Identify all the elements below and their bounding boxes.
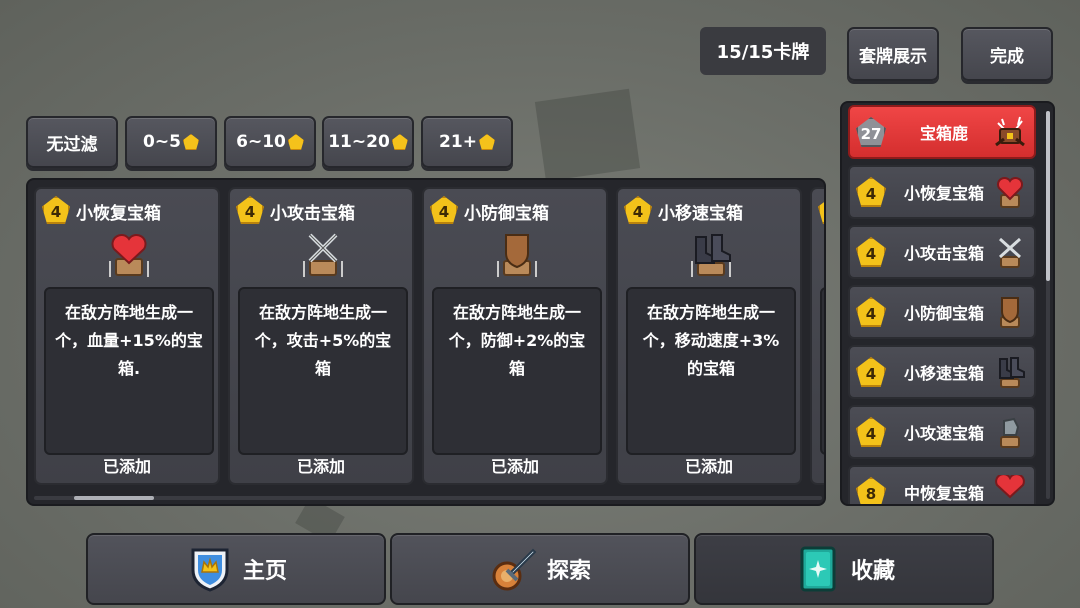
deck-item-name: 小攻击宝箱 <box>903 244 984 263</box>
cost-gem-icon: 4 <box>856 237 886 267</box>
cost-gem-icon: 4 <box>430 196 458 224</box>
filter-label: 6~10 <box>236 132 286 152</box>
swords-chest-icon <box>998 237 1022 268</box>
card-collection-panel[interactable]: 4 小恢复宝箱 在敌方阵地生成一个，血量+15%的宝箱. 已添加 4 小攻击宝箱… <box>26 178 826 506</box>
card-count-label: 15/15卡牌 <box>716 42 810 63</box>
card-scrollbar[interactable] <box>34 496 822 500</box>
deck-item-small-attack-chest[interactable]: 4 小攻击宝箱 <box>848 225 1036 279</box>
card-description <box>820 287 824 455</box>
done-button[interactable]: 完成 <box>961 27 1053 81</box>
deck-scrollbar-thumb[interactable] <box>1046 111 1050 281</box>
deck-item-medium-heal-chest[interactable]: 8 中恢复宝箱 <box>848 465 1036 504</box>
filter-label: 21+ <box>439 132 477 152</box>
filter-0-5-button[interactable]: 0~5 <box>125 116 217 168</box>
gem-icon <box>391 134 408 150</box>
card-title: 小恢复宝箱 <box>76 204 161 224</box>
deck-item-small-attack-speed-chest[interactable]: 4 小攻速宝箱 <box>848 405 1036 459</box>
book-icon <box>800 546 836 592</box>
cost-gem-icon: 27 <box>856 117 886 147</box>
sword-shield-icon <box>492 548 537 591</box>
filter-label: 11~20 <box>328 132 390 152</box>
filter-6-10-button[interactable]: 6~10 <box>224 116 316 168</box>
deck-item-name: 中恢复宝箱 <box>903 484 984 503</box>
done-label: 完成 <box>990 46 1024 67</box>
heart-chest-icon <box>996 176 1024 208</box>
nav-explore-button[interactable]: 探索 <box>390 533 690 605</box>
deck-display-label: 套牌展示 <box>859 46 927 67</box>
heart-chest-icon <box>109 234 149 277</box>
cost-gem-icon: 4 <box>236 196 264 224</box>
card-small-defense-chest[interactable]: 4 小防御宝箱 在敌方阵地生成一个，防御+2%的宝箱 已添加 <box>422 187 608 485</box>
glove-chest-icon <box>1000 417 1020 448</box>
card-status: 已添加 <box>490 457 539 476</box>
deck-item-small-heal-chest[interactable]: 4 小恢复宝箱 <box>848 165 1036 219</box>
background-block <box>534 88 641 182</box>
cost-gem-icon: 4 <box>856 357 886 387</box>
filter-21-plus-button[interactable]: 21+ <box>421 116 513 168</box>
cost-gem-icon: 8 <box>856 477 886 504</box>
deck-display-button[interactable]: 套牌展示 <box>847 27 939 81</box>
nav-home-button[interactable]: 主页 <box>86 533 386 605</box>
card-title: 小防御宝箱 <box>464 204 549 224</box>
filter-none-button[interactable]: 无过滤 <box>26 116 118 168</box>
card-description: 在敌方阵地生成一个，移动速度+3%的宝箱 <box>626 287 796 455</box>
cost-gem-icon: 4 <box>856 417 886 447</box>
card-description: 在敌方阵地生成一个，防御+2%的宝箱 <box>432 287 602 455</box>
deck-item-name: 小移速宝箱 <box>903 364 984 383</box>
boots-chest-icon <box>999 357 1025 388</box>
gem-icon <box>478 134 495 150</box>
nav-collection-button[interactable]: 收藏 <box>694 533 994 605</box>
deck-item-small-speed-chest[interactable]: 4 小移速宝箱 <box>848 345 1036 399</box>
card-small-attack-chest[interactable]: 4 小攻击宝箱 在敌方阵地生成一个，攻击+5%的宝箱 已添加 <box>228 187 414 485</box>
deck-item-name: 小防御宝箱 <box>903 304 984 323</box>
card-description: 在敌方阵地生成一个，攻击+5%的宝箱 <box>238 287 408 455</box>
nav-home-label: 主页 <box>242 559 287 584</box>
nav-collection-label: 收藏 <box>850 559 895 584</box>
card-description: 在敌方阵地生成一个，血量+15%的宝箱. <box>44 287 214 455</box>
cost-gem-icon: 4 <box>624 196 652 224</box>
deck-item-name: 小恢复宝箱 <box>903 184 984 203</box>
card-scrollbar-thumb[interactable] <box>74 496 154 500</box>
deck-scrollbar[interactable] <box>1046 111 1050 499</box>
card-title: 小攻击宝箱 <box>270 204 355 224</box>
card-small-heal-chest[interactable]: 4 小恢复宝箱 在敌方阵地生成一个，血量+15%的宝箱. 已添加 <box>34 187 220 485</box>
card-status: 已添加 <box>296 457 345 476</box>
deck-item-small-defense-chest[interactable]: 4 小防御宝箱 <box>848 285 1036 339</box>
nav-explore-label: 探索 <box>546 559 591 584</box>
filter-label: 0~5 <box>143 132 181 152</box>
deck-item-chest-deer[interactable]: 27 宝箱鹿 <box>848 105 1036 159</box>
card-status: 已添加 <box>684 457 733 476</box>
cost-gem-icon: 4 <box>42 196 70 224</box>
boots-chest-icon <box>691 234 731 277</box>
chest-deer-icon <box>995 116 1025 147</box>
cost-gem-icon: 4 <box>856 297 886 327</box>
cost-gem-icon: 4 <box>818 196 824 224</box>
card-status: 已添加 <box>102 457 151 476</box>
card-count: 15/15卡牌 <box>700 27 826 75</box>
deck-list-panel[interactable]: 27 宝箱鹿 4 小恢复宝箱 4 小攻击宝箱 4 小防御宝箱 4 小移速宝箱 4… <box>840 101 1055 506</box>
filter-11-20-button[interactable]: 11~20 <box>322 116 414 168</box>
filter-label: 无过滤 <box>46 134 98 155</box>
shield-chest-icon <box>1000 297 1020 328</box>
card-small-speed-chest[interactable]: 4 小移速宝箱 在敌方阵地生成一个，移动速度+3%的宝箱 已添加 <box>616 187 802 485</box>
deck-item-name: 宝箱鹿 <box>919 124 968 143</box>
gem-icon <box>287 134 304 150</box>
shield-chest-icon <box>497 234 537 277</box>
heart-chest-icon <box>995 475 1025 499</box>
crown-shield-icon <box>191 548 229 592</box>
card-title: 小移速宝箱 <box>658 204 743 224</box>
deck-item-name: 小攻速宝箱 <box>903 424 984 443</box>
card-partial[interactable]: 4 <box>810 187 824 485</box>
swords-chest-icon <box>303 233 343 277</box>
cost-gem-icon: 4 <box>856 177 886 207</box>
gem-icon <box>182 134 199 150</box>
